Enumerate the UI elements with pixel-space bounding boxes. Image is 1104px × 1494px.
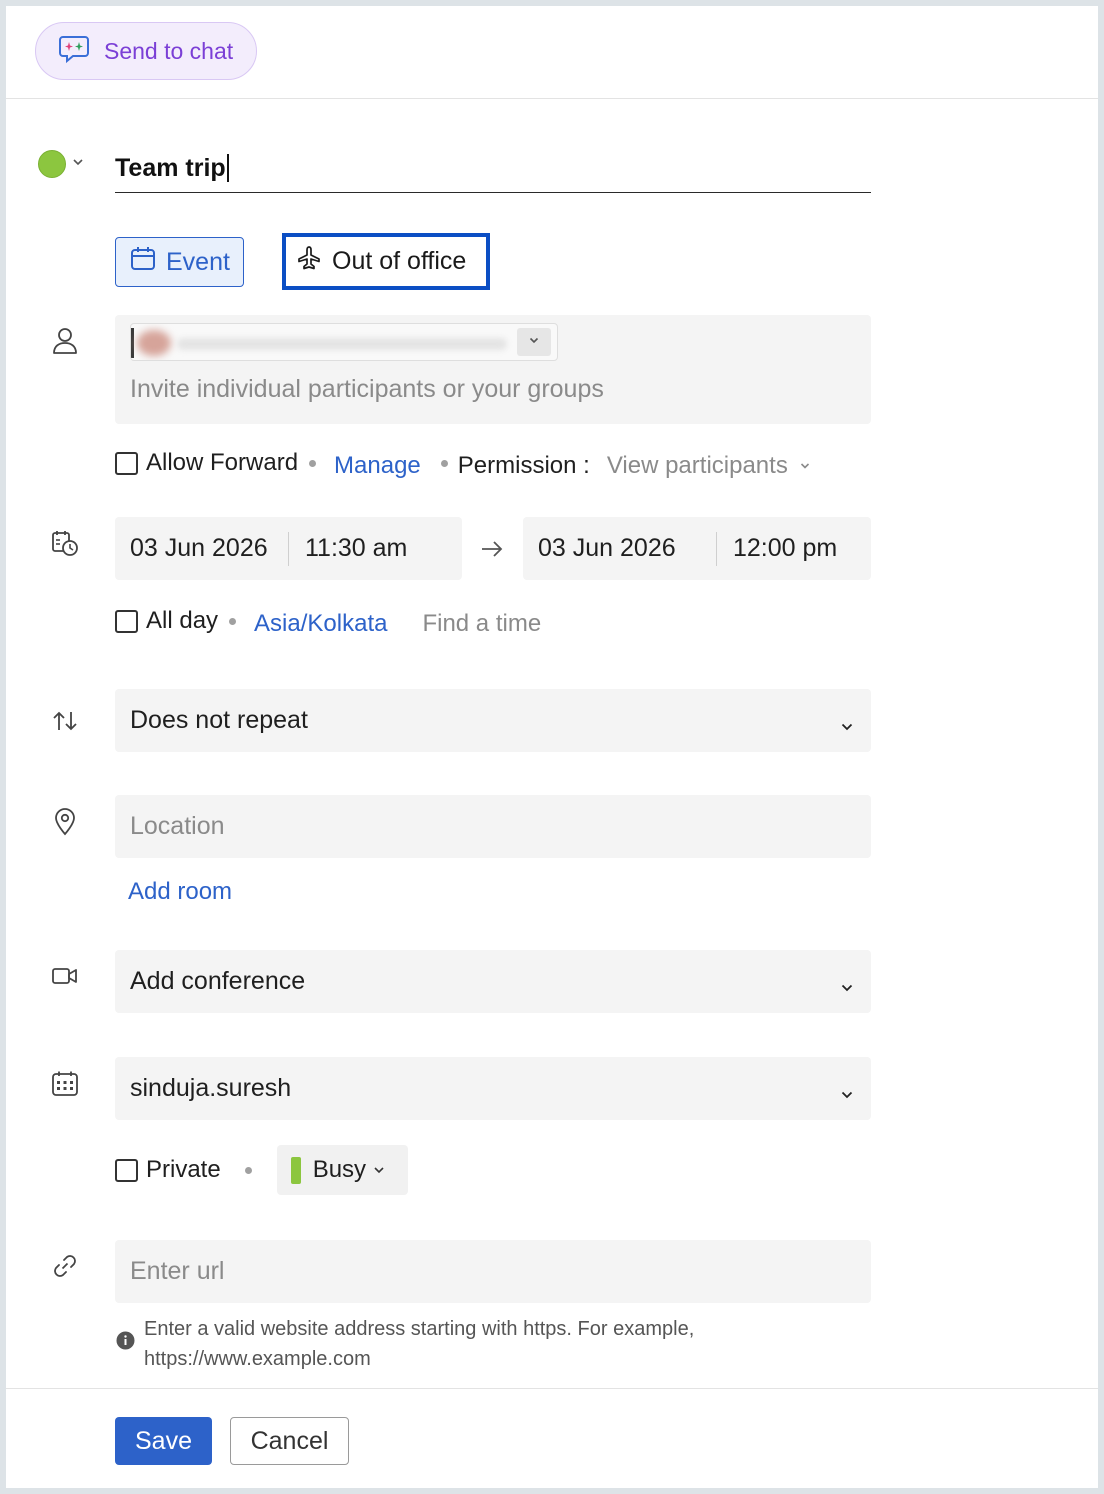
location-placeholder: Location	[130, 812, 225, 840]
event-title-input[interactable]: Team trip	[115, 144, 871, 193]
end-time-input[interactable]: 12:00 pm	[733, 534, 837, 563]
add-room-link[interactable]: Add room	[128, 878, 232, 906]
allow-forward-checkbox[interactable]	[115, 451, 138, 475]
calendar-grid-icon	[50, 1069, 80, 1099]
busy-indicator	[290, 1156, 301, 1184]
conference-value: Add conference	[130, 967, 306, 995]
save-button[interactable]: Save	[115, 1417, 212, 1465]
all-day-label: All day	[146, 607, 219, 634]
participants-field[interactable]: Invite individual participants or your g…	[115, 315, 871, 424]
participants-placeholder: Invite individual participants or your g…	[130, 375, 604, 403]
divider	[716, 531, 717, 566]
separator-dot	[309, 459, 317, 467]
editor-footer: Save Cancel	[6, 1388, 1098, 1488]
event-type-label: Event	[166, 247, 230, 276]
participant-options: Allow Forward Manage Permission : View p…	[115, 446, 812, 480]
url-input[interactable]: Enter url	[115, 1240, 871, 1303]
out-of-office-label: Out of office	[332, 247, 467, 275]
calendar-icon	[130, 246, 156, 279]
repeat-value: Does not repeat	[130, 706, 308, 734]
start-time-input[interactable]: 11:30 am	[305, 534, 407, 563]
event-color-picker[interactable]	[38, 150, 66, 178]
divider	[288, 531, 289, 566]
end-datetime-field: 03 Jun 2026 12:00 pm	[523, 517, 871, 580]
person-icon	[50, 326, 80, 356]
out-of-office-button[interactable]: Out of office	[282, 233, 490, 290]
cancel-button[interactable]: Cancel	[230, 1417, 349, 1465]
url-placeholder: Enter url	[130, 1257, 225, 1285]
event-title-text: Team trip	[115, 153, 226, 182]
private-label: Private	[146, 1156, 221, 1183]
calendar-value: sinduja.suresh	[130, 1074, 292, 1102]
separator-dot	[229, 617, 237, 625]
organizer-dropdown-button[interactable]	[517, 328, 551, 356]
url-hint-line1: Enter a valid website address starting w…	[144, 1318, 695, 1340]
chevron-down-icon	[372, 1156, 386, 1184]
chat-sparkle-icon	[58, 34, 90, 69]
private-checkbox[interactable]	[115, 1158, 138, 1182]
start-date-input[interactable]: 03 Jun 2026	[130, 534, 288, 563]
chevron-down-icon	[839, 974, 855, 991]
url-hint: Enter a valid website address starting w…	[144, 1314, 694, 1374]
url-hint-line2: https://www.example.com	[144, 1348, 371, 1370]
airplane-icon	[296, 245, 322, 278]
chevron-down-icon	[527, 333, 541, 352]
separator-dot	[440, 459, 448, 467]
repeat-icon	[50, 706, 80, 736]
arrow-right-icon	[480, 538, 504, 565]
organizer-chip[interactable]	[130, 323, 558, 361]
link-icon	[50, 1251, 80, 1281]
conference-dropdown[interactable]: Add conference	[115, 950, 871, 1013]
chevron-down-icon	[839, 1081, 855, 1098]
calendar-clock-icon	[50, 528, 80, 558]
chip-indicator	[131, 328, 134, 358]
permission-dropdown[interactable]: View participants	[607, 452, 812, 480]
end-date-input[interactable]: 03 Jun 2026	[538, 534, 716, 563]
chevron-down-icon	[839, 713, 855, 730]
send-to-chat-label: Send to chat	[104, 37, 234, 64]
start-datetime-field: 03 Jun 2026 11:30 am	[115, 517, 462, 580]
info-icon	[116, 1331, 135, 1355]
text-cursor	[226, 154, 229, 182]
availability-dropdown[interactable]: Busy	[276, 1145, 408, 1195]
video-camera-icon	[50, 961, 80, 991]
send-to-chat-button[interactable]: Send to chat	[35, 22, 257, 80]
calendar-options: Private Busy	[115, 1145, 408, 1195]
find-a-time-link[interactable]: Find a time	[422, 610, 541, 638]
datetime-options: All day Asia/Kolkata Find a time	[115, 604, 541, 638]
all-day-checkbox[interactable]	[115, 609, 138, 633]
location-pin-icon	[50, 807, 80, 837]
event-editor-panel: Send to chat Team trip Event Out of offi…	[6, 6, 1098, 1488]
allow-forward-label: Allow Forward	[146, 449, 299, 476]
separator-dot	[244, 1166, 252, 1174]
chevron-down-icon	[798, 452, 812, 480]
editor-toolbar: Send to chat	[6, 6, 1098, 99]
organizer-email-redacted	[177, 338, 507, 350]
permission-label: Permission :	[457, 452, 590, 479]
event-type-button[interactable]: Event	[115, 237, 244, 287]
permission-value: View participants	[606, 452, 788, 479]
timezone-link[interactable]: Asia/Kolkata	[254, 610, 387, 638]
calendar-dropdown[interactable]: sinduja.suresh	[115, 1057, 871, 1120]
chevron-down-icon[interactable]	[70, 154, 86, 170]
location-input[interactable]: Location	[115, 795, 871, 858]
manage-link[interactable]: Manage	[334, 452, 421, 480]
availability-value: Busy	[312, 1156, 367, 1183]
repeat-dropdown[interactable]: Does not repeat	[115, 689, 871, 752]
avatar	[137, 330, 171, 356]
